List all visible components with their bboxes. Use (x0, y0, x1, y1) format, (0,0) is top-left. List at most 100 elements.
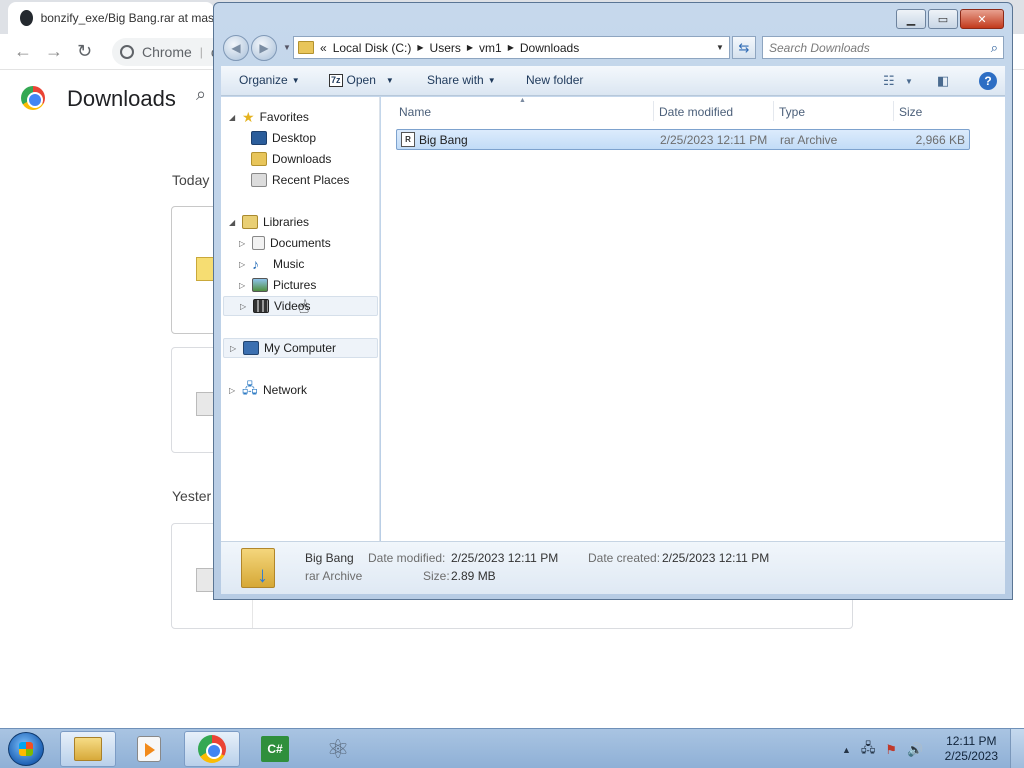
new-folder-button[interactable]: New folder (526, 73, 583, 87)
file-row[interactable]: R Big Bang 2/25/2023 12:11 PM rar Archiv… (396, 129, 970, 150)
taskbar-chrome[interactable] (184, 731, 240, 767)
nav-downloads[interactable]: Downloads (251, 149, 331, 169)
nav-documents[interactable]: ▷ Documents (239, 233, 331, 253)
change-view-icon[interactable]: ☷ (883, 73, 895, 89)
nav-network[interactable]: ▷ 🖧 Network (229, 380, 307, 400)
minimize-button[interactable]: ▁ (896, 9, 926, 29)
downloads-search-icon[interactable]: ⌕ (196, 84, 206, 105)
show-hidden-icons-icon[interactable]: ▲ (842, 745, 851, 755)
forward-arrow-icon: ▶ (259, 41, 269, 55)
search-icon[interactable]: ⌕ (991, 40, 998, 56)
back-arrow-icon[interactable]: ← (14, 41, 32, 62)
music-icon: ♪ (252, 256, 259, 272)
open-button[interactable]: 7z Open ▼ (329, 73, 394, 87)
collapsed-triangle-icon[interactable]: ▷ (229, 386, 237, 395)
reload-icon[interactable]: ↻ (77, 41, 92, 62)
taskbar-media-player[interactable] (121, 731, 177, 767)
breadcrumb-arrow-icon[interactable]: ▶ (417, 43, 423, 52)
minimize-icon: ▁ (906, 13, 916, 26)
column-separator[interactable] (773, 101, 774, 121)
close-icon: ✕ (977, 13, 987, 26)
refresh-icon: ⇆ (738, 39, 750, 55)
nav-recent-places[interactable]: Recent Places (251, 170, 349, 190)
taskbar: C# ⚛ ▲ 🖧 ⚑ 🔊 12:11 PM 2/25/2023 (0, 728, 1024, 768)
address-bar[interactable]: « Local Disk (C:) ▶ Users ▶ vm1 ▶ Downlo… (293, 36, 730, 59)
explorer-window: ▁ ▭ ✕ ◀ ▶ ▼ « Local Disk (C:) ▶ Users ▶ … (213, 2, 1013, 600)
nav-favorites-label: Favorites (259, 110, 309, 124)
network-status-icon[interactable]: 🖧 (861, 739, 876, 761)
help-icon[interactable]: ? (979, 72, 997, 90)
nav-music[interactable]: ▷ ♪ Music (239, 254, 304, 274)
star-icon: ★ (242, 108, 255, 125)
nav-documents-label: Documents (270, 236, 331, 250)
collapsed-triangle-icon[interactable]: ▷ (230, 344, 238, 353)
collapsed-triangle-icon[interactable]: ▷ (240, 302, 248, 311)
file-size: 2,966 KB (915, 133, 965, 147)
column-header-date-modified[interactable]: Date modified (659, 105, 733, 119)
details-size: 2.89 MB (451, 569, 496, 583)
nav-libraries[interactable]: ◢ Libraries (229, 212, 309, 232)
file-name: Big Bang (419, 133, 468, 147)
organize-button[interactable]: Organize ▼ (239, 73, 300, 87)
column-header-name[interactable]: Name (399, 105, 431, 119)
chrome-tab[interactable]: bonzify_exe/Big Bang.rar at mas (8, 2, 214, 34)
downloads-page-title: Downloads (67, 86, 176, 111)
action-center-icon[interactable]: ⚑ (885, 742, 897, 758)
libraries-icon (242, 215, 258, 229)
navigation-pane: ◢ ★ Favorites Desktop Downloads Recent P… (221, 97, 380, 541)
close-button[interactable]: ✕ (960, 9, 1004, 29)
show-desktop-button[interactable] (1010, 729, 1024, 768)
column-header-type[interactable]: Type (779, 105, 805, 119)
folder-icon (298, 41, 314, 54)
search-input[interactable] (769, 40, 979, 55)
expanded-triangle-icon[interactable]: ◢ (229, 113, 237, 122)
share-with-button[interactable]: Share with ▼ (427, 73, 496, 87)
github-icon (20, 10, 33, 26)
recent-locations-dropdown[interactable]: ▼ (283, 43, 291, 52)
address-dropdown-icon[interactable]: ▼ (711, 43, 729, 52)
nav-pictures[interactable]: ▷ Pictures (239, 275, 316, 295)
nav-favorites[interactable]: ◢ ★ Favorites (229, 107, 309, 127)
nav-desktop[interactable]: Desktop (251, 128, 316, 148)
file-icon (196, 392, 214, 416)
collapsed-triangle-icon[interactable]: ▷ (239, 281, 247, 290)
address-overflow[interactable]: « (320, 41, 327, 55)
breadcrumb-downloads[interactable]: Downloads (520, 41, 579, 55)
column-header-size[interactable]: Size (899, 105, 922, 119)
chevron-down-icon: ▼ (291, 75, 300, 85)
forward-arrow-icon[interactable]: → (45, 41, 63, 62)
seven-zip-icon: 7z (329, 73, 343, 87)
system-tray: ▲ 🖧 ⚑ 🔊 (842, 739, 923, 761)
clock[interactable]: 12:11 PM 2/25/2023 (945, 734, 998, 764)
column-separator[interactable] (653, 101, 654, 121)
search-box[interactable]: ⌕ (762, 36, 1004, 59)
sort-ascending-icon: ▲ (519, 97, 526, 104)
refresh-button[interactable]: ⇆ (732, 36, 756, 59)
downloads-folder-icon (251, 152, 267, 166)
breadcrumb-users[interactable]: Users (430, 41, 461, 55)
taskbar-csharp[interactable]: C# (247, 731, 303, 767)
nav-my-computer-label: My Computer (264, 341, 337, 355)
volume-icon[interactable]: 🔊 (907, 742, 923, 758)
nav-my-computer[interactable]: ▷ My Computer (223, 338, 378, 358)
preview-pane-icon[interactable]: ◧ (937, 73, 949, 89)
collapsed-triangle-icon[interactable]: ▷ (239, 239, 247, 248)
view-options-dropdown-icon[interactable]: ▼ (905, 77, 913, 86)
taskbar-atom[interactable]: ⚛ (310, 731, 366, 767)
expanded-triangle-icon[interactable]: ◢ (229, 218, 237, 227)
maximize-button[interactable]: ▭ (928, 9, 958, 29)
documents-icon (252, 236, 265, 250)
back-button[interactable]: ◀ (223, 35, 249, 61)
breadcrumb-arrow-icon[interactable]: ▶ (467, 43, 473, 52)
breadcrumb-local-disk[interactable]: Local Disk (C:) (333, 41, 412, 55)
taskbar-explorer[interactable] (60, 731, 116, 767)
column-separator[interactable] (893, 101, 894, 121)
folder-icon (74, 737, 102, 761)
window-controls: ▁ ▭ ✕ (896, 9, 1004, 29)
breadcrumb-vm1[interactable]: vm1 (479, 41, 502, 55)
collapsed-triangle-icon[interactable]: ▷ (239, 260, 247, 269)
breadcrumb-arrow-icon[interactable]: ▶ (508, 43, 514, 52)
file-icon (196, 568, 214, 592)
forward-button[interactable]: ▶ (251, 35, 277, 61)
start-button[interactable] (8, 732, 44, 766)
